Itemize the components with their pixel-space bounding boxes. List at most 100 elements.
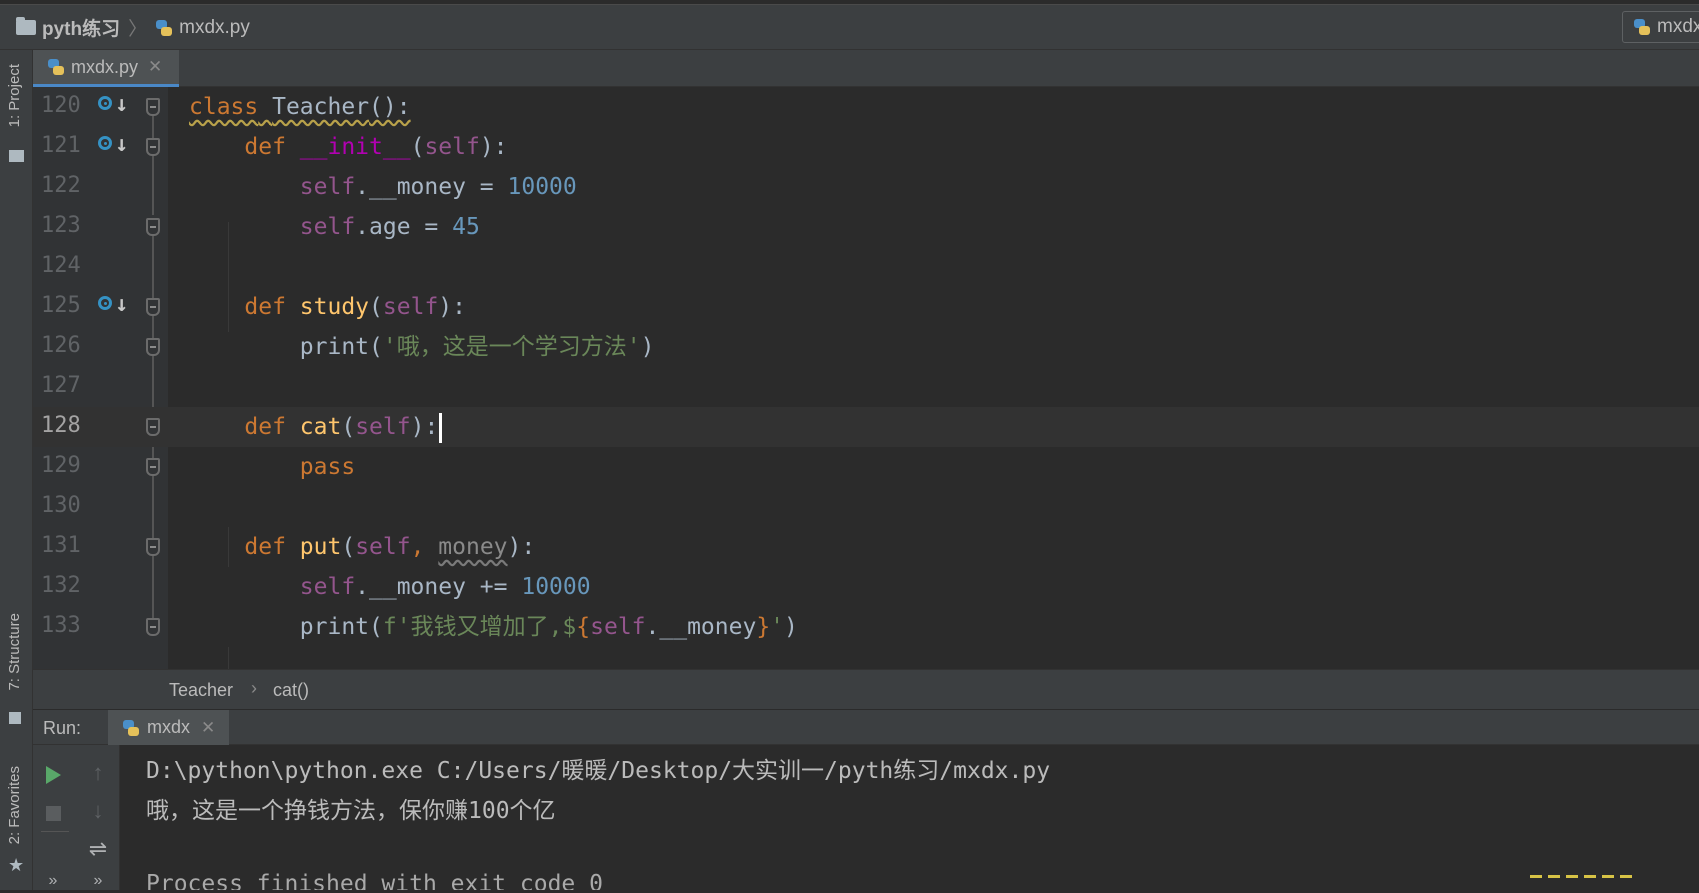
- up-arrow-icon[interactable]: ↑: [86, 760, 110, 785]
- fold-icon[interactable]: [146, 618, 160, 636]
- code-line[interactable]: 124: [33, 247, 1699, 287]
- python-file-icon: [122, 719, 140, 737]
- code-line[interactable]: 125 ↓ def study(self):: [33, 287, 1699, 327]
- code-token: def: [244, 414, 286, 440]
- line-number: 132: [41, 573, 81, 598]
- fold-icon[interactable]: [146, 418, 160, 436]
- override-marker-icon[interactable]: ↓: [98, 292, 128, 320]
- code-token: ): [784, 614, 798, 640]
- override-marker-icon[interactable]: ↓: [98, 132, 128, 160]
- toolbar-separator: [41, 831, 69, 832]
- run-tab-mxdx[interactable]: mxdx ✕: [108, 710, 230, 745]
- soft-wrap-icon[interactable]: ⇌: [86, 836, 110, 861]
- run-toolbar: ↑ ↓ ⇌ » »: [33, 745, 120, 890]
- run-console-output[interactable]: D:\python\python.exe C:/Users/暖暖/Desktop…: [120, 745, 1699, 890]
- code-token: put: [299, 534, 342, 560]
- code-token: ': [770, 614, 785, 640]
- python-file-icon: [1633, 18, 1651, 36]
- fold-icon[interactable]: [146, 458, 160, 476]
- left-tool-strip: 1: Project 7: Structure 2: Favorites ★: [0, 50, 33, 890]
- tab-mxdx-py[interactable]: mxdx.py ✕: [33, 50, 179, 87]
- code-line[interactable]: 122 self.__money = 10000: [33, 167, 1699, 207]
- more-icon[interactable]: »: [41, 869, 65, 893]
- code-line[interactable]: 120 ↓ class Teacher():: [33, 87, 1699, 127]
- fold-icon[interactable]: [146, 298, 160, 316]
- more-icon[interactable]: »: [86, 869, 110, 893]
- code-line[interactable]: 121 ↓ def __init__(self):: [33, 127, 1699, 167]
- close-icon[interactable]: ✕: [148, 57, 162, 77]
- code-editor[interactable]: 120 ↓ class Teacher(): 121 ↓ def __init_…: [33, 87, 1699, 669]
- code-token: ):: [507, 534, 536, 560]
- code-token: .__money +=: [355, 574, 522, 600]
- line-number: 121: [41, 133, 81, 158]
- code-token: .__money =: [355, 174, 508, 200]
- decorative-scribble: [1530, 875, 1670, 890]
- fold-icon[interactable]: [146, 338, 160, 356]
- code-token: ):: [438, 294, 466, 320]
- code-line[interactable]: 123 self.age = 45: [33, 207, 1699, 247]
- fold-icon[interactable]: [146, 98, 160, 116]
- editor-tab-bar: mxdx.py ✕: [33, 50, 1699, 87]
- code-token: .age =: [355, 214, 453, 240]
- tool-tab-project[interactable]: 1: Project: [6, 64, 23, 127]
- code-token: self: [590, 614, 646, 640]
- project-icon: [9, 150, 24, 162]
- fold-icon[interactable]: [146, 538, 160, 556]
- navigation-bar: pyth练习 〉 mxdx.py mxdx: [0, 0, 1699, 50]
- console-line: Process finished with exit code 0: [146, 871, 603, 890]
- console-line: 哦，这是一个挣钱方法，保你赚100个亿: [146, 798, 556, 824]
- play-icon[interactable]: [41, 763, 65, 787]
- code-line-current[interactable]: 128 def cat(self):: [33, 407, 1699, 447]
- nav-project[interactable]: pyth练习: [42, 14, 120, 41]
- line-number: 129: [41, 453, 81, 478]
- line-number: 133: [41, 613, 81, 638]
- line-number: 131: [41, 533, 81, 558]
- code-line[interactable]: 129 pass: [33, 447, 1699, 487]
- nav-file[interactable]: mxdx.py: [179, 17, 250, 39]
- code-line[interactable]: 131 def put(self, money):: [33, 527, 1699, 567]
- tool-tab-structure[interactable]: 7: Structure: [6, 613, 23, 691]
- star-icon: ★: [8, 855, 25, 875]
- code-token: def: [244, 534, 286, 560]
- run-tab-label: mxdx: [147, 717, 191, 737]
- structure-icon: [9, 712, 21, 724]
- tab-label: mxdx.py: [71, 56, 139, 77]
- code-token: f'我钱又增加了,$: [382, 614, 577, 640]
- code-token: (: [369, 614, 383, 640]
- tool-tab-favorites[interactable]: 2: Favorites: [6, 766, 23, 844]
- line-number: 124: [41, 253, 81, 278]
- stop-icon[interactable]: [41, 801, 65, 825]
- code-line[interactable]: 130: [33, 487, 1699, 527]
- code-line[interactable]: 127: [33, 367, 1699, 407]
- console-line: D:\python\python.exe C:/Users/暖暖/Desktop…: [146, 758, 1051, 784]
- code-token: ,: [410, 534, 439, 560]
- code-token: self: [382, 294, 439, 320]
- close-icon[interactable]: ✕: [201, 718, 215, 738]
- override-marker-icon[interactable]: ↓: [98, 92, 128, 120]
- code-token: self: [355, 414, 411, 440]
- code-token: print: [299, 614, 370, 640]
- code-line[interactable]: 133 print(f'我钱又增加了,${self.__money}'): [33, 607, 1699, 647]
- code-token: ): [640, 334, 655, 360]
- line-number: 123: [41, 213, 81, 238]
- run-label: Run:: [43, 718, 82, 738]
- code-token: (: [341, 534, 356, 560]
- code-token: '哦，这是一个学习方法': [382, 334, 641, 360]
- code-token: study: [299, 294, 370, 320]
- code-line[interactable]: 132 self.__money += 10000: [33, 567, 1699, 607]
- text-caret: [439, 412, 443, 443]
- title-strip: [0, 0, 1699, 5]
- down-arrow-icon[interactable]: ↓: [86, 798, 110, 823]
- breadcrumb-method[interactable]: cat(): [273, 680, 309, 701]
- line-number: 130: [41, 493, 81, 518]
- editor-breadcrumb: Teacher › cat(): [33, 669, 1699, 709]
- fold-icon[interactable]: [146, 138, 160, 156]
- indent-guide: [228, 647, 229, 669]
- breadcrumb-class[interactable]: Teacher: [169, 680, 233, 701]
- run-configuration-selector[interactable]: mxdx: [1622, 11, 1699, 43]
- line-number: 122: [41, 173, 81, 198]
- code-token: (: [369, 294, 383, 320]
- fold-icon[interactable]: [146, 218, 160, 236]
- code-token: print: [299, 334, 370, 360]
- code-line[interactable]: 126 print('哦，这是一个学习方法'): [33, 327, 1699, 367]
